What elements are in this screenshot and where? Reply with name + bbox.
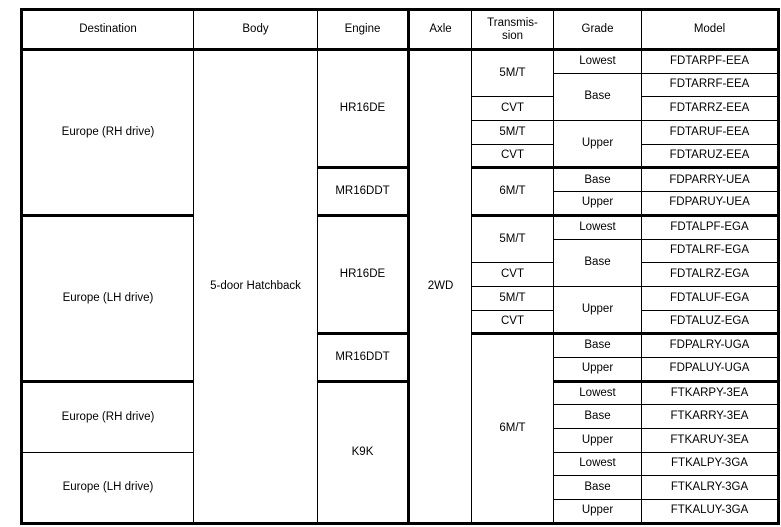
cell-transmission: CVT [471,143,554,169]
cell-model: FDTALUZ-EGA [641,309,780,335]
cell-model: FDTALUF-EGA [641,285,780,311]
column-header-body: Body [193,8,318,51]
cell-transmission: 6M/T [471,332,554,525]
column-header-axle: Axle [408,8,472,51]
cell-transmission: 6M/T [471,166,554,216]
cell-transmission: CVT [471,262,554,287]
cell-engine: HR16DE [317,48,410,169]
cell-engine: HR16DE [317,213,410,335]
cell-model: FTKARPY-3EA [641,379,780,406]
cell-transmission: 5M/T [471,285,554,311]
cell-model: FDTARRZ-EEA [641,96,780,122]
cell-grade: Base [553,238,642,287]
cell-model: FDPALRY-UGA [641,332,780,358]
column-header-grade: Grade [553,8,642,51]
cell-grade: Upper [553,499,642,525]
cell-destination: Europe (LH drive) [20,451,194,525]
column-header-destination: Destination [20,8,194,51]
cell-model: FTKARRY-3EA [641,404,780,429]
cell-grade: Upper [553,120,642,169]
cell-grade: Upper [553,356,642,382]
cell-transmission: 5M/T [471,120,554,145]
model-variation-table: Destination Body Engine Axle Transmis-si… [20,8,780,525]
cell-model: FDTARUZ-EEA [641,143,780,169]
cell-model: FTKALPY-3GA [641,451,780,477]
cell-model: FDTALPF-EGA [641,213,780,240]
table-row: Europe (RH drive) 5-door Hatchback HR16D… [20,48,780,525]
cell-grade: Lowest [553,213,642,240]
column-header-model: Model [641,8,780,51]
cell-grade: Lowest [553,49,642,74]
cell-model: FDTARPF-EEA [641,49,780,74]
cell-model: FDPARRY-UEA [641,166,780,193]
table-header: Destination Body Engine Axle Transmis-si… [20,8,780,51]
cell-destination: Europe (RH drive) [20,49,194,216]
cell-grade: Lowest [553,451,642,477]
cell-grade: Upper [553,285,642,335]
cell-model: FDTARUF-EEA [641,120,780,145]
column-header-engine: Engine [317,8,410,51]
cell-engine: MR16DDT [317,332,410,382]
header-row: Destination Body Engine Axle Transmis-si… [20,8,780,51]
cell-transmission: CVT [471,96,554,122]
table-body: Europe (RH drive) 5-door Hatchback HR16D… [20,48,780,525]
cell-grade: Base [553,404,642,429]
spec-table-sheet: Destination Body Engine Axle Transmis-si… [0,0,781,527]
cell-model: FTKALRY-3GA [641,475,780,501]
cell-body: 5-door Hatchback [193,49,318,525]
cell-model: FDTALRZ-EGA [641,262,780,287]
cell-axle: 2WD [408,49,472,525]
cell-model: FTKARUY-3EA [641,428,780,453]
cell-engine: K9K [317,379,410,525]
cell-transmission: 5M/T [471,48,554,98]
cell-grade: Base [553,475,642,501]
table-row: Europe (RH drive) K9K Lowest FTKARPY-3EA [20,379,780,525]
cell-grade: Base [553,166,642,193]
cell-destination: Europe (RH drive) [20,379,194,453]
table-row: Europe (LH drive) HR16DE 5M/T Lowest FDT… [20,213,780,382]
cell-grade: Base [553,72,642,122]
cell-grade: Upper [553,191,642,216]
cell-model: FDPALUY-UGA [641,356,780,382]
cell-transmission: 5M/T [471,213,554,264]
column-header-transmission: Transmis-sion [471,8,554,51]
transmission-header-line1: Transmis- [487,16,538,29]
transmission-header-line2: sion [501,29,524,42]
cell-model: FDTALRF-EGA [641,238,780,264]
cell-transmission: CVT [471,309,554,335]
cell-grade: Lowest [553,379,642,406]
cell-grade: Upper [553,428,642,453]
cell-model: FDPARUY-UEA [641,191,780,216]
cell-destination: Europe (LH drive) [20,213,194,382]
cell-engine: MR16DDT [317,166,410,216]
cell-model: FTKALUY-3GA [641,499,780,525]
cell-grade: Base [553,332,642,358]
cell-model: FDTARRF-EEA [641,72,780,98]
